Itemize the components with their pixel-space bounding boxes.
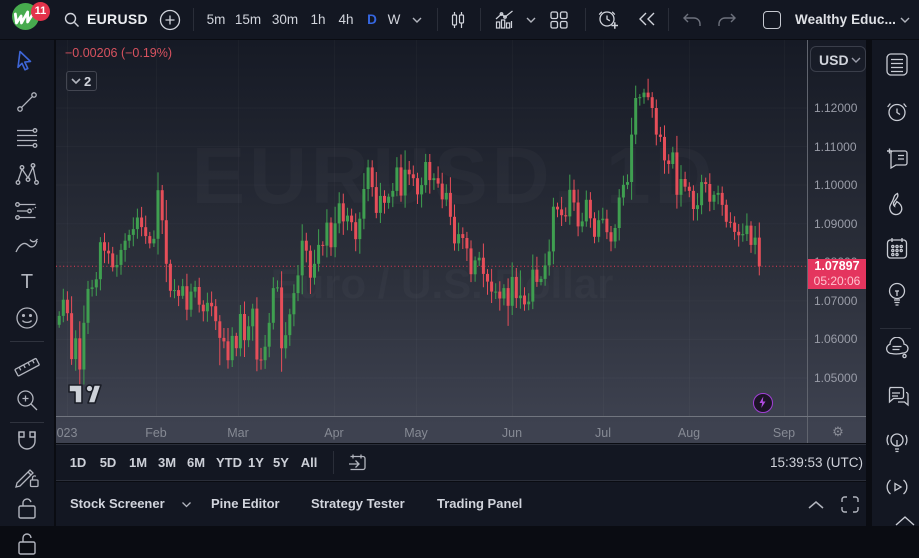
svg-text:2: 2 — [84, 74, 91, 89]
